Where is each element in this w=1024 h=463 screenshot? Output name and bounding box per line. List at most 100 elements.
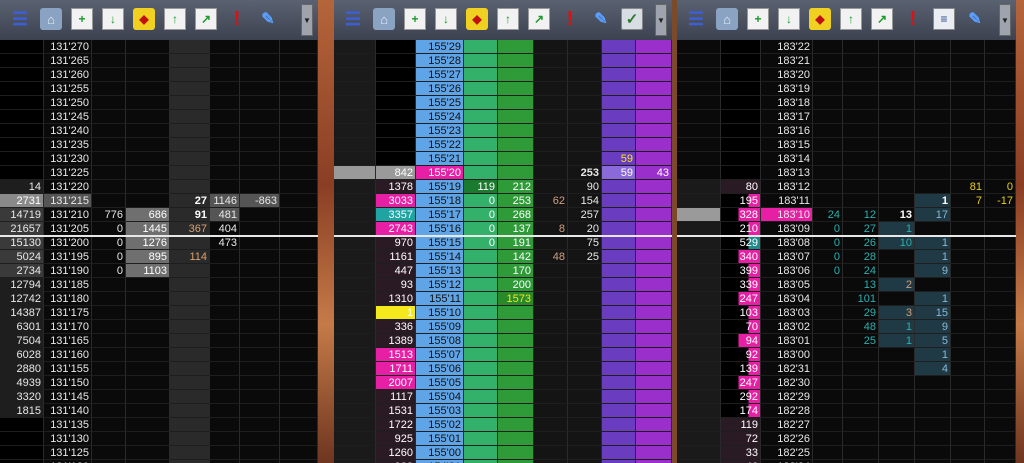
bid-size-cell[interactable]	[334, 278, 376, 292]
alert-icon[interactable]: !	[559, 8, 581, 30]
order-cell[interactable]	[677, 68, 721, 82]
doc-export-icon[interactable]: ↗	[528, 8, 550, 30]
bid-size-cell[interactable]	[721, 54, 761, 68]
checklist-icon[interactable]: ✓	[621, 8, 643, 30]
bid-size-cell[interactable]: 1	[376, 306, 416, 320]
bid-size-cell[interactable]	[0, 124, 44, 138]
order-cell[interactable]	[677, 40, 721, 54]
order-cell[interactable]	[677, 82, 721, 96]
bid-size-cell[interactable]	[376, 96, 416, 110]
bid-size-cell[interactable]	[721, 110, 761, 124]
order-cell[interactable]	[677, 222, 721, 236]
bid-size-cell[interactable]	[0, 138, 44, 152]
bid-size-cell[interactable]	[721, 68, 761, 82]
bid-size-cell[interactable]	[334, 236, 376, 250]
bid-size-cell[interactable]	[0, 446, 44, 460]
bid-size-cell[interactable]: 119	[721, 418, 761, 432]
order-cell[interactable]	[677, 390, 721, 404]
bid-size-cell[interactable]	[334, 404, 376, 418]
bid-size-cell[interactable]	[334, 362, 376, 376]
bid-size-cell[interactable]	[0, 96, 44, 110]
bid-size-cell[interactable]: 1815	[0, 404, 44, 418]
bid-size-cell[interactable]: 1531	[376, 404, 416, 418]
bid-size-cell[interactable]	[0, 166, 44, 180]
bid-size-cell[interactable]	[0, 68, 44, 82]
bid-size-cell[interactable]	[334, 152, 376, 166]
bid-size-cell[interactable]: 14	[0, 180, 44, 194]
bid-size-cell[interactable]	[334, 320, 376, 334]
bid-size-cell[interactable]	[334, 334, 376, 348]
order-cell[interactable]	[677, 264, 721, 278]
bid-size-cell[interactable]	[334, 180, 376, 194]
order-cell[interactable]	[677, 96, 721, 110]
order-cell[interactable]	[677, 110, 721, 124]
bid-size-cell[interactable]	[334, 348, 376, 362]
bid-size-cell[interactable]: 3320	[0, 390, 44, 404]
bid-size-cell[interactable]	[0, 82, 44, 96]
bid-size-cell[interactable]: 139	[721, 362, 761, 376]
bid-size-cell[interactable]: 15130	[0, 236, 44, 250]
bid-size-cell[interactable]	[334, 208, 376, 222]
bid-size-cell[interactable]: 2743	[376, 222, 416, 236]
bid-size-cell[interactable]: 1260	[376, 446, 416, 460]
bid-size-cell[interactable]: 195	[721, 194, 761, 208]
bid-size-cell[interactable]	[721, 166, 761, 180]
order-cell[interactable]	[677, 334, 721, 348]
tooth-icon[interactable]: ⌂	[373, 8, 395, 30]
doc-export-icon[interactable]: ↗	[195, 8, 217, 30]
bid-size-cell[interactable]	[721, 138, 761, 152]
bid-size-cell[interactable]	[334, 376, 376, 390]
bid-size-cell[interactable]: 529	[721, 236, 761, 250]
bid-size-cell[interactable]	[376, 138, 416, 152]
bid-size-cell[interactable]: 1310	[376, 292, 416, 306]
order-cell[interactable]	[677, 236, 721, 250]
order-cell[interactable]	[677, 180, 721, 194]
bid-size-cell[interactable]: 1722	[376, 418, 416, 432]
order-cell[interactable]	[677, 208, 721, 222]
doc-add-icon[interactable]: +	[71, 8, 93, 30]
order-cell[interactable]	[677, 278, 721, 292]
bid-size-cell[interactable]: 70	[721, 320, 761, 334]
bid-size-cell[interactable]	[334, 250, 376, 264]
bid-size-cell[interactable]	[334, 96, 376, 110]
bid-size-cell[interactable]	[334, 418, 376, 432]
order-cell[interactable]	[677, 432, 721, 446]
bid-size-cell[interactable]: 1513	[376, 348, 416, 362]
bid-size-cell[interactable]	[376, 82, 416, 96]
bid-size-cell[interactable]	[334, 40, 376, 54]
bid-size-cell[interactable]: 21657	[0, 222, 44, 236]
bid-size-cell[interactable]	[334, 432, 376, 446]
order-cell[interactable]	[677, 152, 721, 166]
order-cell[interactable]	[677, 446, 721, 460]
bid-size-cell[interactable]	[721, 124, 761, 138]
bid-size-cell[interactable]: 72	[721, 432, 761, 446]
bid-size-cell[interactable]	[334, 110, 376, 124]
toolbar-dropdown-button[interactable]: ▼	[999, 4, 1011, 36]
bid-size-cell[interactable]: 2731	[0, 194, 44, 208]
doc-up-icon[interactable]: ↑	[164, 8, 186, 30]
doc-up-icon[interactable]: ↑	[497, 8, 519, 30]
bid-size-cell[interactable]	[334, 124, 376, 138]
bid-size-cell[interactable]: 1378	[376, 180, 416, 194]
doc-down-icon[interactable]: ↓	[102, 8, 124, 30]
doc-add-icon[interactable]: +	[747, 8, 769, 30]
bid-size-cell[interactable]	[334, 82, 376, 96]
bid-size-cell[interactable]: 336	[376, 320, 416, 334]
bid-size-cell[interactable]	[376, 124, 416, 138]
bid-size-cell[interactable]	[0, 110, 44, 124]
order-cell[interactable]	[677, 54, 721, 68]
bid-size-cell[interactable]: 80	[721, 180, 761, 194]
bid-size-cell[interactable]	[376, 54, 416, 68]
bid-size-cell[interactable]: 14719	[0, 208, 44, 222]
bid-size-cell[interactable]: 399	[721, 264, 761, 278]
bid-size-cell[interactable]: 1711	[376, 362, 416, 376]
wrench-icon[interactable]: ✎	[257, 8, 279, 30]
bid-size-cell[interactable]: 970	[376, 236, 416, 250]
order-cell[interactable]	[677, 404, 721, 418]
bid-size-cell[interactable]: 2734	[0, 264, 44, 278]
bid-size-cell[interactable]	[334, 138, 376, 152]
bid-size-cell[interactable]: 3357	[376, 208, 416, 222]
bid-size-cell[interactable]	[334, 194, 376, 208]
order-cell[interactable]	[677, 250, 721, 264]
bid-size-cell[interactable]: 14387	[0, 306, 44, 320]
